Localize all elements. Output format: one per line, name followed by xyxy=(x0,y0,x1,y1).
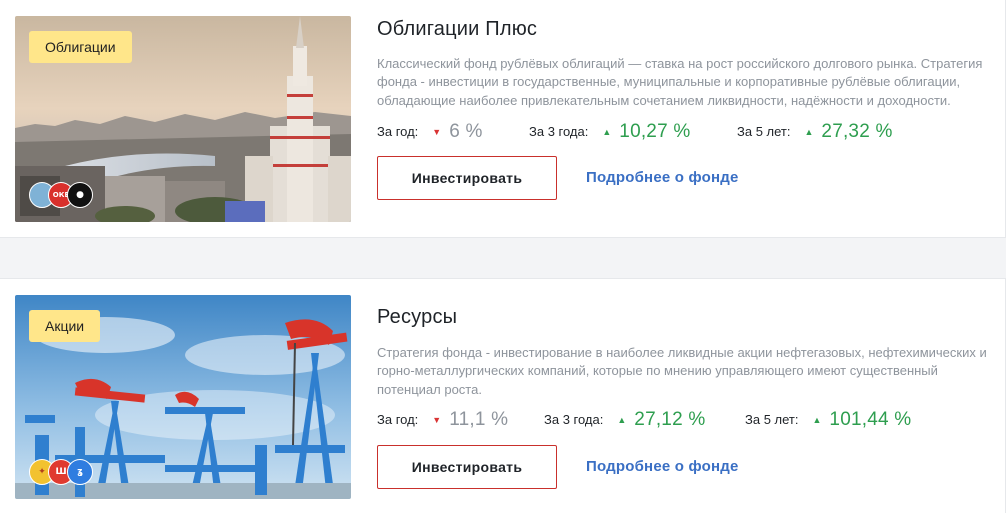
fund-details-link[interactable]: Подробнее о фонде xyxy=(586,169,739,186)
return-1y: За год: ▼ 6 % xyxy=(377,121,529,143)
return-5y: За 5 лет: ▲ 27,32 % xyxy=(737,121,893,143)
fund-image-oil-pumps[interactable]: Акции ✦ Ш ʓ xyxy=(15,295,351,499)
return-value: 11,1 % xyxy=(449,408,509,430)
fund-description: Классический фонд рублёвых облигаций — с… xyxy=(377,56,983,108)
return-3y: За 3 года: ▲ 10,27 % xyxy=(529,121,737,143)
return-label: За 3 года: xyxy=(529,124,589,140)
invest-button[interactable]: Инвестировать xyxy=(377,155,557,200)
return-label: За год: xyxy=(377,412,419,428)
issuer-logos: ✦ Ш ʓ xyxy=(29,459,93,485)
issuer-logo-blue-icon: ʓ xyxy=(67,459,93,485)
trend-up-icon: ▲ xyxy=(617,414,627,425)
fund-description: Стратегия фонда - инвестирование в наибо… xyxy=(377,345,987,397)
return-value: 6 % xyxy=(449,120,483,142)
fund-actions: Инвестировать Подробнее о фонде xyxy=(377,444,990,489)
return-3y: За 3 года: ▲ 27,12 % xyxy=(544,409,745,431)
trend-down-icon: ▼ xyxy=(432,126,442,137)
fund-type-tag: Облигации xyxy=(29,31,132,63)
fund-image-moscow[interactable]: Облигации ОКЕ ● xyxy=(15,16,351,222)
trend-up-icon: ▲ xyxy=(812,414,822,425)
fund-title[interactable]: Облигации Плюс xyxy=(377,16,990,42)
return-label: За 5 лет: xyxy=(737,124,791,140)
return-label: За 5 лет: xyxy=(745,412,799,428)
return-label: За 3 года: xyxy=(544,412,604,428)
trend-up-icon: ▲ xyxy=(804,126,814,137)
return-1y: За год: ▼ 11,1 % xyxy=(377,409,544,431)
fund-details-link[interactable]: Подробнее о фонде xyxy=(586,458,739,475)
return-value: 10,27 % xyxy=(619,120,691,142)
issuer-logo-black-icon: ● xyxy=(67,182,93,208)
fund-type-tag: Акции xyxy=(29,310,101,342)
fund-returns: За год: ▼ 6 % За 3 года: ▲ 10,27 % За 5 … xyxy=(377,119,990,145)
invest-button[interactable]: Инвестировать xyxy=(377,444,557,489)
return-value: 27,32 % xyxy=(821,120,893,142)
return-label: За год: xyxy=(377,124,419,140)
fund-info-bonds-plus: Облигации Плюс Классический фонд рублёвы… xyxy=(377,16,990,200)
return-value: 27,12 % xyxy=(634,408,706,430)
trend-down-icon: ▼ xyxy=(432,414,442,425)
issuer-logos: ОКЕ ● xyxy=(29,182,93,208)
fund-info-resources: Ресурсы Стратегия фонда - инвестирование… xyxy=(377,304,990,489)
fund-actions: Инвестировать Подробнее о фонде xyxy=(377,155,990,200)
trend-up-icon: ▲ xyxy=(602,126,612,137)
fund-returns: За год: ▼ 11,1 % За 3 года: ▲ 27,12 % За… xyxy=(377,407,990,433)
fund-title[interactable]: Ресурсы xyxy=(377,304,990,330)
return-value: 101,44 % xyxy=(829,408,912,430)
return-5y: За 5 лет: ▲ 101,44 % xyxy=(745,409,911,431)
